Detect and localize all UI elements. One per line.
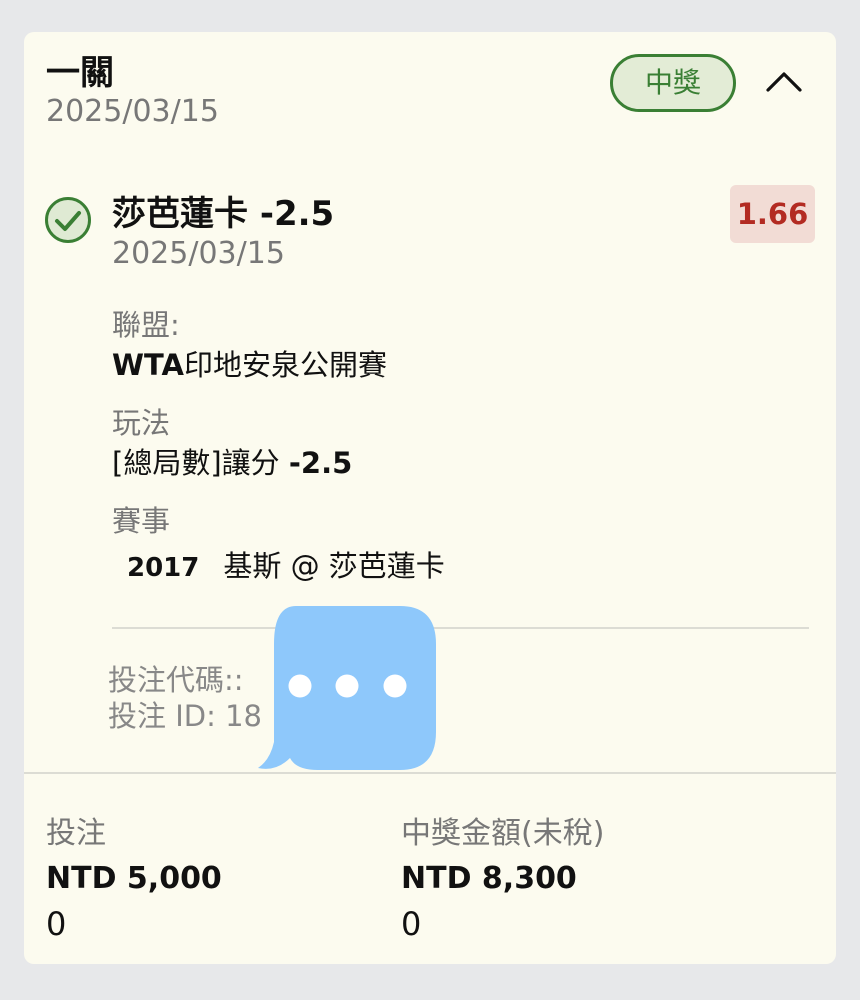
footer-divider	[24, 772, 836, 774]
market-line: -2.5	[288, 446, 353, 480]
selection-handicap: -2.5	[259, 194, 335, 234]
collapse-button[interactable]	[764, 66, 804, 96]
selection-title: 莎芭蓮卡 -2.5	[112, 192, 334, 236]
status-badge: 中獎	[610, 54, 736, 112]
selection-date: 2025/03/15	[112, 236, 285, 271]
stake-amount: NTD 5,000	[46, 861, 222, 896]
market-value: [總局數]讓分 -2.5	[112, 444, 352, 482]
bet-card: 一關 2025/03/15 中獎 莎芭蓮卡 -2.5 2025/03/15 1.…	[24, 32, 836, 964]
bet-id-label: 投注 ID: 18	[108, 699, 262, 733]
event-name: 基斯 @ 莎芭蓮卡	[223, 549, 445, 583]
chat-bubble-icon[interactable]	[256, 600, 438, 772]
event-value: 2017 基斯 @ 莎芭蓮卡	[127, 547, 445, 587]
event-label: 賽事	[112, 504, 171, 538]
bet-type-title: 一關	[46, 53, 114, 93]
market-label: 玩法	[112, 406, 171, 440]
event-code: 2017	[127, 553, 200, 583]
payout-label: 中獎金額(未稅)	[401, 816, 605, 851]
league-value: WTA印地安泉公開賽	[112, 346, 387, 384]
league-prefix: WTA	[112, 348, 184, 382]
odds-badge: 1.66	[730, 185, 815, 243]
bet-code-label: 投注代碼::	[108, 663, 244, 697]
chevron-up-icon	[766, 72, 802, 92]
league-label: 聯盟:	[112, 308, 180, 342]
payout-amount: NTD 8,300	[401, 861, 577, 896]
stake-label: 投注	[46, 816, 106, 851]
bet-date: 2025/03/15	[46, 94, 219, 129]
league-name: 印地安泉公開賽	[183, 348, 387, 382]
payout-extra: 0	[401, 905, 422, 943]
selection-name: 莎芭蓮卡	[112, 194, 248, 234]
market-name: [總局數]讓分	[112, 446, 280, 480]
check-circle-icon	[44, 196, 92, 244]
section-divider	[112, 627, 809, 629]
stake-extra: 0	[46, 905, 67, 943]
